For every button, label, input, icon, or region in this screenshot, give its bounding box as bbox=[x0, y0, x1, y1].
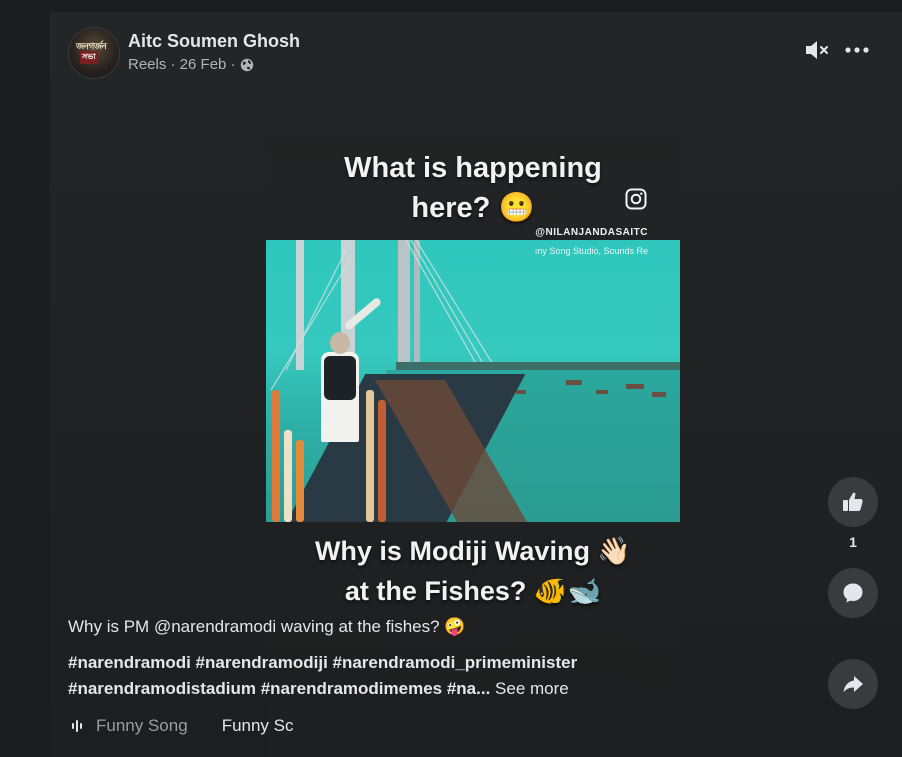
video-still-image: ıny Song Studio, Sounds Re bbox=[266, 240, 680, 522]
avatar[interactable]: জনগর্জন সভা bbox=[68, 27, 120, 79]
video-top-text-line-2: here? 😬 bbox=[411, 192, 535, 224]
video-bottom-text-line-2: at the Fishes? 🐠🐋 bbox=[344, 576, 602, 606]
audio-track-name-repeat: Funny Sc bbox=[221, 716, 294, 735]
like-count: 1 bbox=[849, 534, 857, 550]
mute-button[interactable] bbox=[802, 36, 830, 64]
comment-icon bbox=[843, 583, 863, 603]
reel-video[interactable]: What is happening here? 😬 @NILANJANDASAI… bbox=[266, 12, 680, 757]
globe-icon[interactable] bbox=[240, 58, 254, 72]
share-arrow-icon bbox=[843, 676, 863, 693]
post-caption: Why is PM @narendramodi waving at the fi… bbox=[68, 617, 466, 636]
ellipsis-icon bbox=[845, 47, 869, 53]
video-top-text: What is happening here? 😬 bbox=[266, 148, 680, 228]
instagram-icon bbox=[625, 188, 647, 210]
video-bottom-text-line-1: Why is Modiji Waving 👋🏻 bbox=[314, 536, 632, 566]
hashtags-line-2: #narendramodistadium #narendramodimemes … bbox=[68, 676, 668, 702]
hashtags: #narendramodi #narendramodiji #narendram… bbox=[68, 650, 668, 702]
share-button[interactable] bbox=[828, 659, 878, 709]
thumbs-up-icon bbox=[843, 492, 863, 511]
comment-button[interactable] bbox=[828, 568, 878, 618]
video-bottom-text: Why is Modiji Waving 👋🏻 at the Fishes? 🐠… bbox=[266, 531, 680, 611]
author-name[interactable]: Aitc Soumen Ghosh bbox=[128, 31, 300, 52]
see-more-link[interactable]: See more bbox=[495, 679, 569, 698]
hashtags-line-1[interactable]: #narendramodi #narendramodiji #narendram… bbox=[68, 650, 668, 676]
post-meta: Reels · 26 Feb · bbox=[128, 56, 254, 73]
audio-waveform-icon bbox=[72, 720, 82, 732]
post-meta-text: Reels · 26 Feb · bbox=[128, 56, 236, 73]
hashtags-line-2-text[interactable]: #narendramodistadium #narendramodimemes … bbox=[68, 679, 490, 698]
instagram-handle: @NILANJANDASAITC bbox=[535, 227, 648, 238]
avatar-badge: সভা bbox=[80, 51, 98, 64]
like-button[interactable] bbox=[828, 477, 878, 527]
audio-ticker[interactable]: Funny Song Funny Sc bbox=[70, 714, 294, 738]
video-top-text-line-1: What is happening bbox=[344, 152, 602, 184]
more-options-button[interactable] bbox=[842, 36, 872, 64]
page-background bbox=[0, 0, 50, 757]
speaker-muted-icon bbox=[806, 41, 828, 59]
audio-track-name: Funny Song bbox=[96, 716, 188, 735]
